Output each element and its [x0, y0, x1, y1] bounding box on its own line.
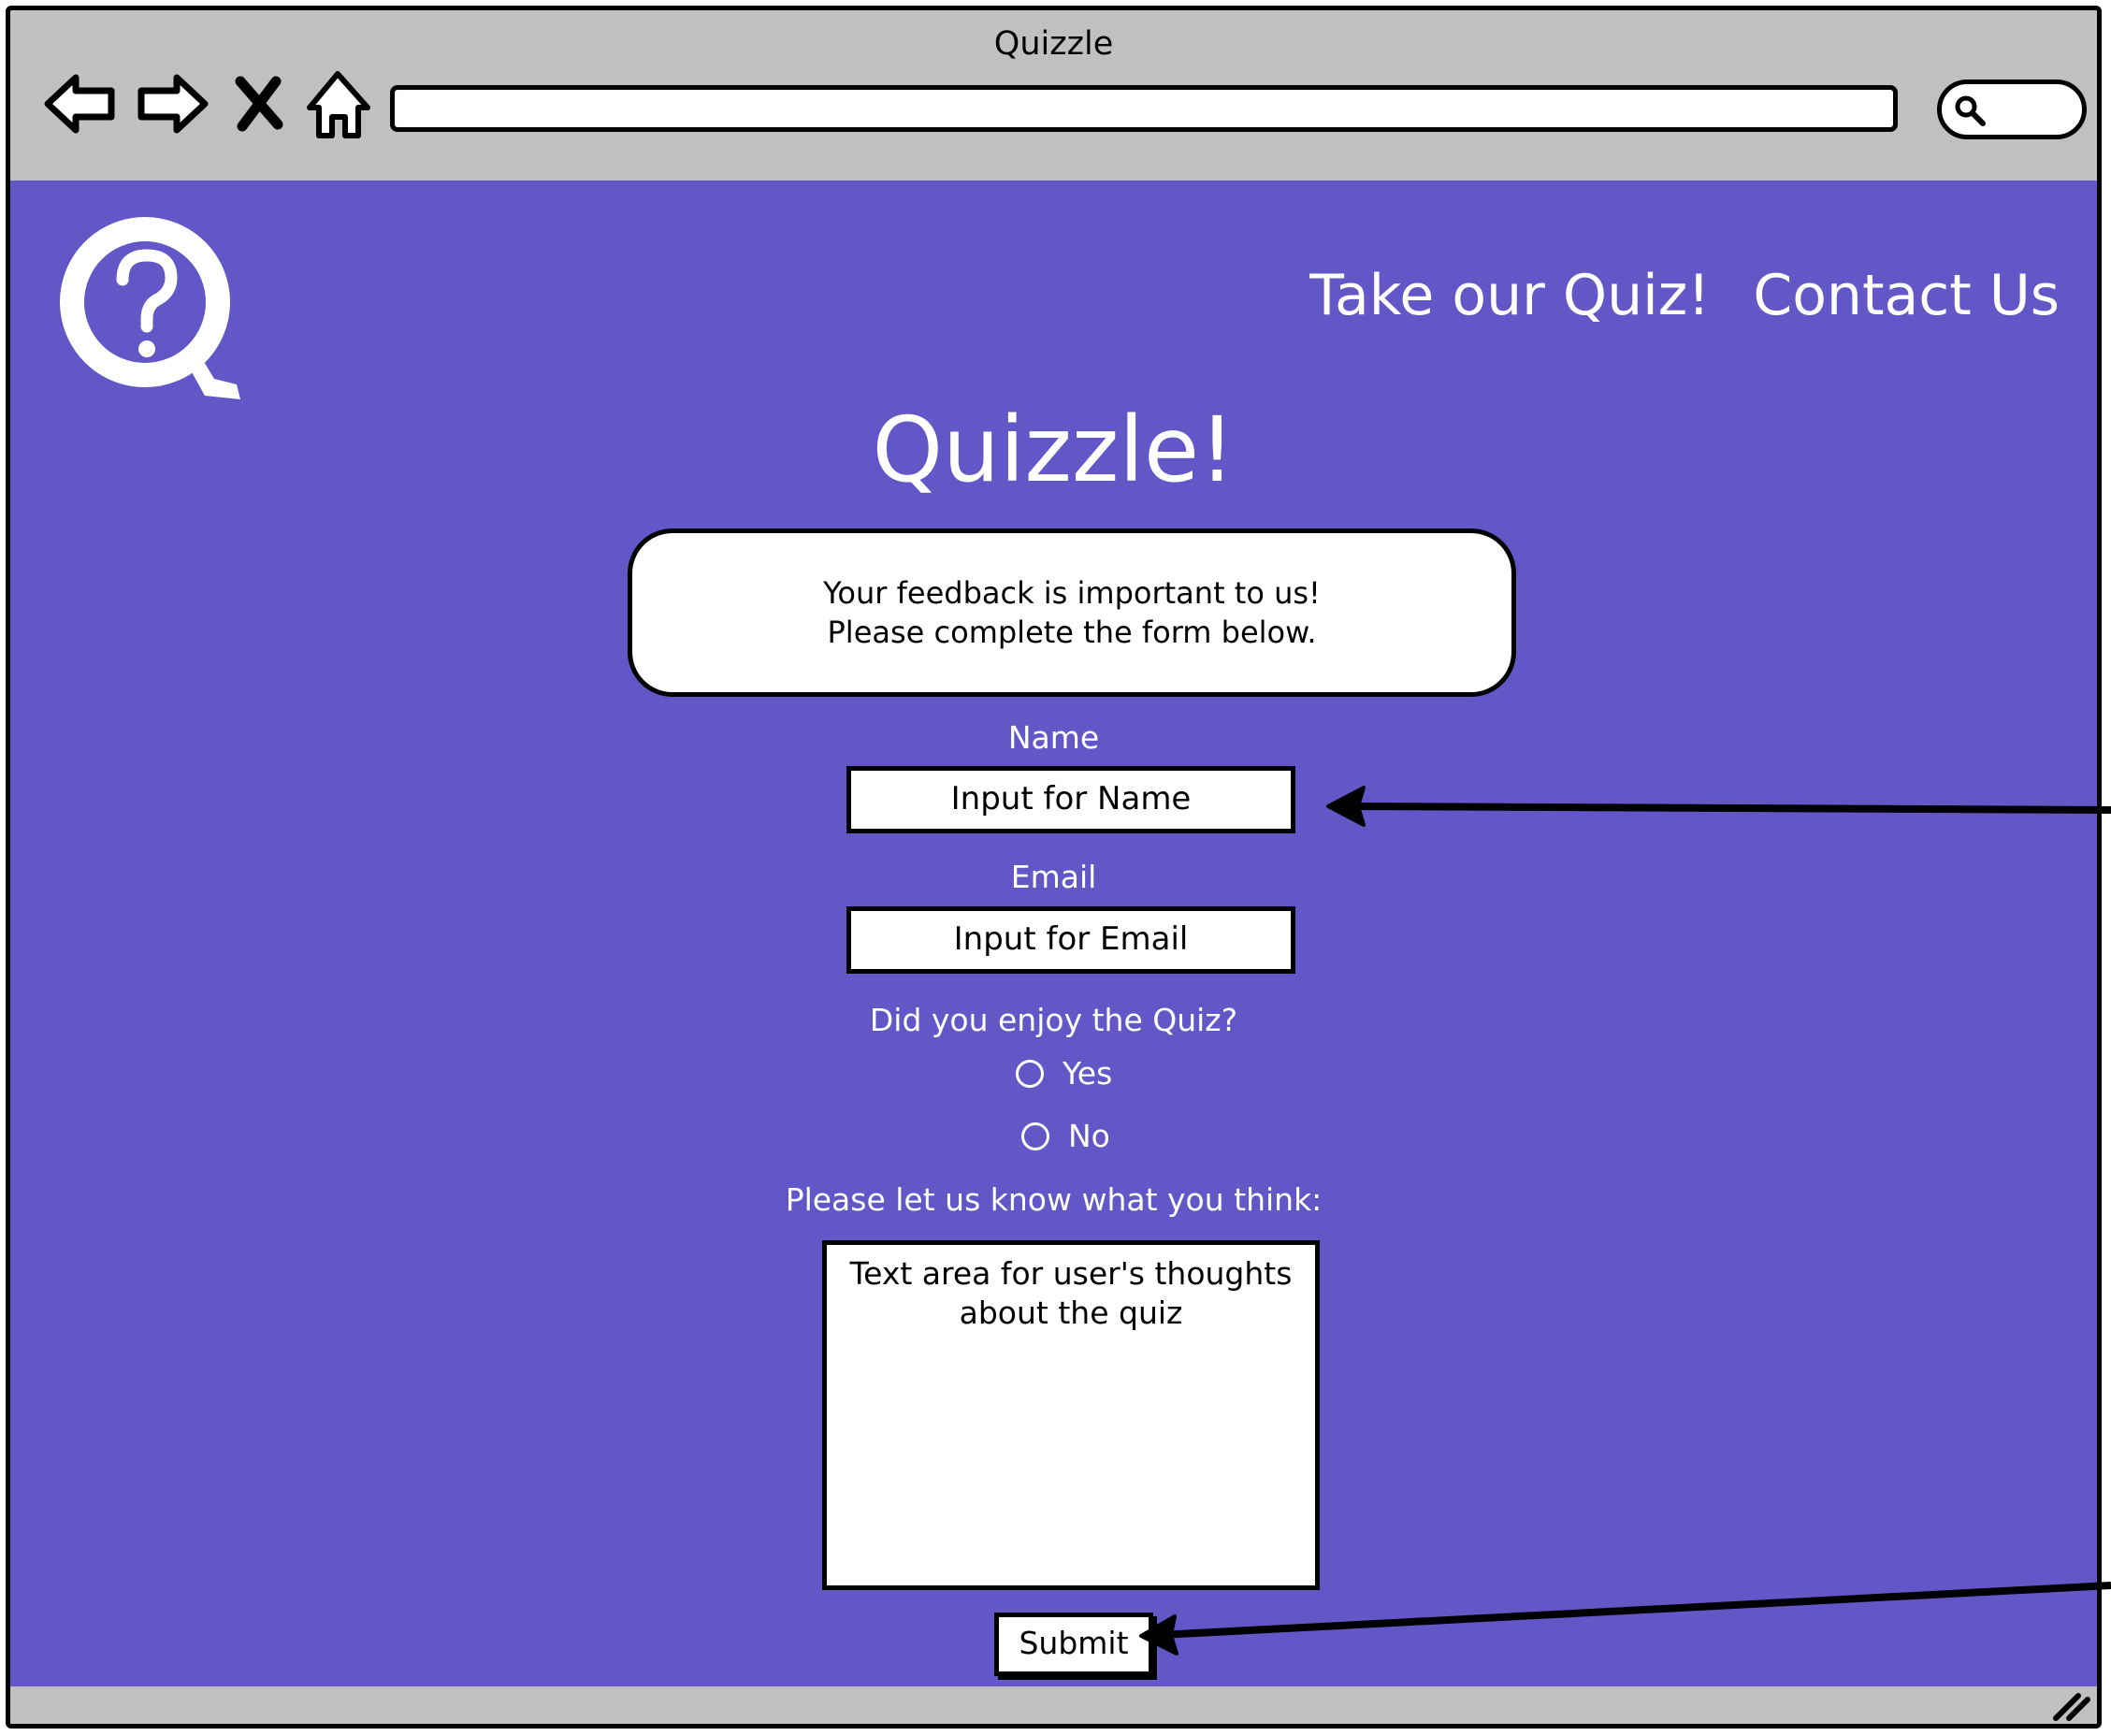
- email-label: Email: [1010, 859, 1097, 895]
- forward-arrow-icon[interactable]: [132, 66, 210, 141]
- radio-circle-yes[interactable]: [1016, 1059, 1044, 1088]
- email-input[interactable]: Input for Email: [846, 906, 1295, 974]
- message-line-1: Your feedback is important to us!: [823, 575, 1321, 611]
- nav-link-contact-us[interactable]: Contact Us: [1753, 263, 2060, 328]
- feedback-message-box: Your feedback is important to us! Please…: [628, 528, 1516, 697]
- radio-option-no[interactable]: No: [1021, 1118, 1110, 1154]
- stop-x-icon[interactable]: [231, 66, 287, 141]
- message-line-2: Please complete the form below.: [827, 615, 1317, 650]
- home-icon[interactable]: [300, 66, 379, 141]
- name-input[interactable]: Input for Name: [846, 766, 1295, 833]
- thoughts-textarea[interactable]: Text area for user's thoughts about the …: [822, 1240, 1320, 1590]
- nav-link-take-quiz[interactable]: Take our Quiz!: [1309, 263, 1710, 328]
- name-label: Name: [1007, 719, 1100, 756]
- top-nav: Take our Quiz! Contact Us: [1309, 263, 2060, 328]
- address-bar[interactable]: [390, 85, 1898, 132]
- radio-label-no: No: [1068, 1118, 1110, 1154]
- resize-grip-icon[interactable]: [2050, 1688, 2091, 1722]
- radio-option-yes[interactable]: Yes: [1016, 1055, 1112, 1092]
- radio-label-yes: Yes: [1063, 1055, 1113, 1092]
- enjoy-question-label: Did you enjoy the Quiz?: [869, 1002, 1238, 1038]
- thoughts-label: Please let us know what you think:: [785, 1181, 1323, 1218]
- window-title: Quizzle: [993, 25, 1114, 63]
- browser-search-box[interactable]: [1937, 80, 2087, 139]
- search-icon: [1955, 95, 1986, 126]
- submit-button[interactable]: Submit: [994, 1613, 1153, 1676]
- question-q-logo-icon[interactable]: [55, 212, 242, 409]
- page-viewport: Take our Quiz! Contact Us Quizzle! Your …: [10, 181, 2097, 1686]
- page-title: Quizzle!: [872, 398, 1236, 502]
- browser-window: Quizzle Take our Quiz! Contact Us Quizzl…: [6, 6, 2102, 1729]
- status-bar: [10, 1686, 2097, 1724]
- back-arrow-icon[interactable]: [42, 66, 121, 141]
- radio-circle-no[interactable]: [1021, 1121, 1049, 1150]
